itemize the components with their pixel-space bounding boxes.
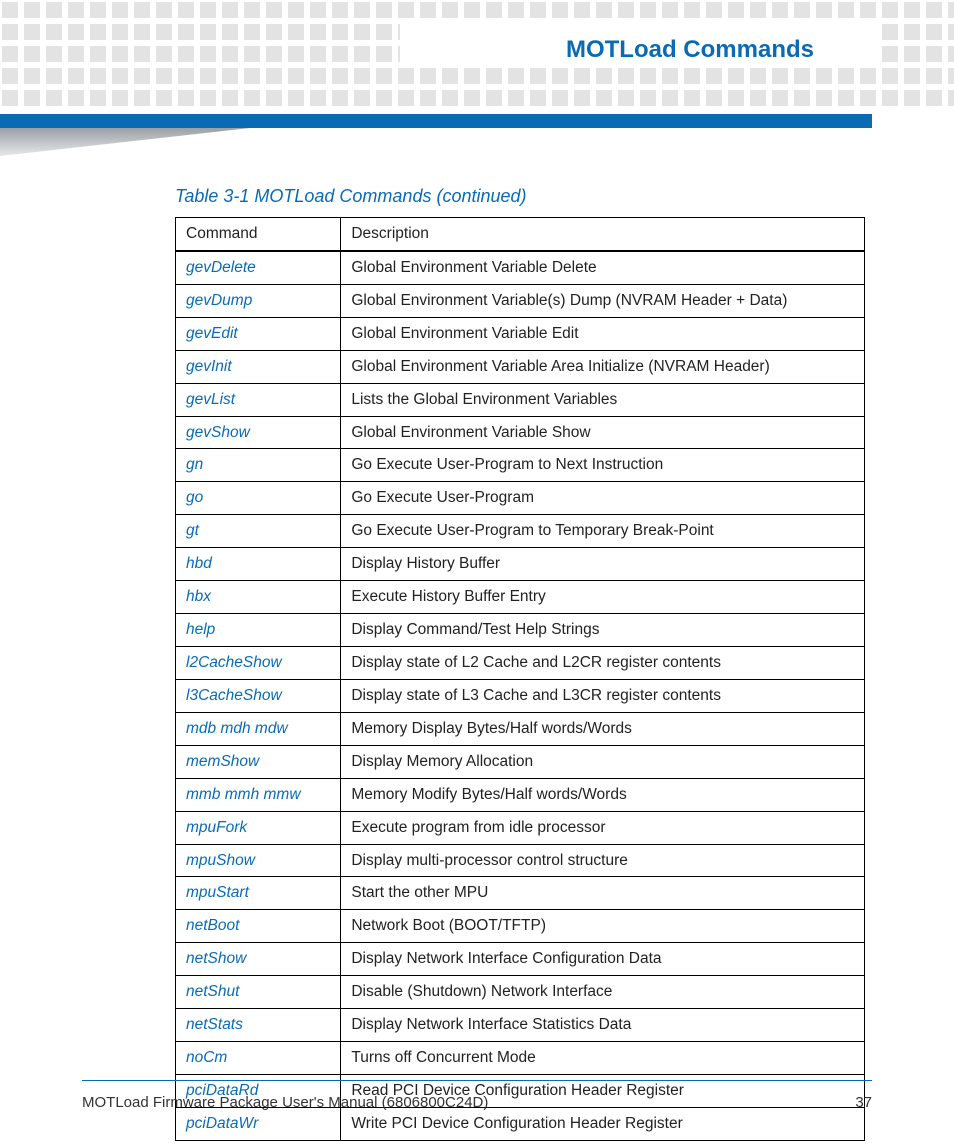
header-gray-wedge xyxy=(0,128,250,156)
table-row: hbxExecute History Buffer Entry xyxy=(176,581,865,614)
command-cell: gevEdit xyxy=(176,317,341,350)
description-cell: Go Execute User-Program xyxy=(341,482,865,515)
table-row: netShutDisable (Shutdown) Network Interf… xyxy=(176,976,865,1009)
description-cell: Display History Buffer xyxy=(341,548,865,581)
col-header-command: Command xyxy=(176,218,341,251)
command-cell: gevList xyxy=(176,383,341,416)
command-cell: memShow xyxy=(176,745,341,778)
col-header-description: Description xyxy=(341,218,865,251)
command-cell: netShow xyxy=(176,943,341,976)
description-cell: Memory Display Bytes/Half words/Words xyxy=(341,712,865,745)
page-footer: MOTLoad Firmware Package User's Manual (… xyxy=(82,1094,872,1111)
description-cell: Network Boot (BOOT/TFTP) xyxy=(341,910,865,943)
description-cell: Display state of L3 Cache and L3CR regis… xyxy=(341,679,865,712)
command-cell: mmb mmh mmw xyxy=(176,778,341,811)
description-cell: Display state of L2 Cache and L2CR regis… xyxy=(341,646,865,679)
table-row: gevListLists the Global Environment Vari… xyxy=(176,383,865,416)
command-cell: netStats xyxy=(176,1009,341,1042)
command-cell: l3CacheShow xyxy=(176,679,341,712)
table-row: mpuForkExecute program from idle process… xyxy=(176,811,865,844)
footer-manual-title: MOTLoad Firmware Package User's Manual (… xyxy=(82,1094,488,1111)
table-row: hbdDisplay History Buffer xyxy=(176,548,865,581)
description-cell: Execute program from idle processor xyxy=(341,811,865,844)
description-cell: Display Network Interface Configuration … xyxy=(341,943,865,976)
commands-table: Command Description gevDeleteGlobal Envi… xyxy=(175,217,865,1141)
table-row: gevDeleteGlobal Environment Variable Del… xyxy=(176,251,865,284)
command-cell: gevDelete xyxy=(176,251,341,284)
description-cell: Global Environment Variable(s) Dump (NVR… xyxy=(341,284,865,317)
footer-rule xyxy=(82,1080,872,1081)
table-row: gevEditGlobal Environment Variable Edit xyxy=(176,317,865,350)
command-cell: hbx xyxy=(176,581,341,614)
table-row: helpDisplay Command/Test Help Strings xyxy=(176,614,865,647)
description-cell: Execute History Buffer Entry xyxy=(341,581,865,614)
description-cell: Global Environment Variable Show xyxy=(341,416,865,449)
description-cell: Global Environment Variable Delete xyxy=(341,251,865,284)
command-cell: mdb mdh mdw xyxy=(176,712,341,745)
table-row: memShowDisplay Memory Allocation xyxy=(176,745,865,778)
description-cell: Disable (Shutdown) Network Interface xyxy=(341,976,865,1009)
description-cell: Display multi-processor control structur… xyxy=(341,844,865,877)
table-row: gevShowGlobal Environment Variable Show xyxy=(176,416,865,449)
table-row: mpuStartStart the other MPU xyxy=(176,877,865,910)
description-cell: Write PCI Device Configuration Header Re… xyxy=(341,1107,865,1140)
description-cell: Global Environment Variable Edit xyxy=(341,317,865,350)
command-cell: mpuShow xyxy=(176,844,341,877)
table-row: mdb mdh mdwMemory Display Bytes/Half wor… xyxy=(176,712,865,745)
table-row: netShowDisplay Network Interface Configu… xyxy=(176,943,865,976)
command-cell: noCm xyxy=(176,1042,341,1075)
command-cell: hbd xyxy=(176,548,341,581)
description-cell: Display Network Interface Statistics Dat… xyxy=(341,1009,865,1042)
command-cell: l2CacheShow xyxy=(176,646,341,679)
description-cell: Go Execute User-Program to Next Instruct… xyxy=(341,449,865,482)
table-row: gtGo Execute User-Program to Temporary B… xyxy=(176,515,865,548)
table-row: mmb mmh mmwMemory Modify Bytes/Half word… xyxy=(176,778,865,811)
command-cell: gevDump xyxy=(176,284,341,317)
table-row: netBootNetwork Boot (BOOT/TFTP) xyxy=(176,910,865,943)
command-cell: netShut xyxy=(176,976,341,1009)
command-cell: gevShow xyxy=(176,416,341,449)
description-cell: Display Command/Test Help Strings xyxy=(341,614,865,647)
table-row: gevInitGlobal Environment Variable Area … xyxy=(176,350,865,383)
description-cell: Turns off Concurrent Mode xyxy=(341,1042,865,1075)
description-cell: Display Memory Allocation xyxy=(341,745,865,778)
command-cell: go xyxy=(176,482,341,515)
table-row: gevDumpGlobal Environment Variable(s) Du… xyxy=(176,284,865,317)
command-cell: mpuFork xyxy=(176,811,341,844)
command-cell: mpuStart xyxy=(176,877,341,910)
description-cell: Memory Modify Bytes/Half words/Words xyxy=(341,778,865,811)
command-cell: gn xyxy=(176,449,341,482)
table-row: noCmTurns off Concurrent Mode xyxy=(176,1042,865,1075)
page-title: MOTLoad Commands xyxy=(566,36,814,64)
command-cell: gevInit xyxy=(176,350,341,383)
command-cell: gt xyxy=(176,515,341,548)
command-cell: help xyxy=(176,614,341,647)
main-content: Table 3-1 MOTLoad Commands (continued) C… xyxy=(175,186,865,1141)
command-cell: pciDataWr xyxy=(176,1107,341,1140)
table-row: mpuShowDisplay multi-processor control s… xyxy=(176,844,865,877)
table-row: goGo Execute User-Program xyxy=(176,482,865,515)
table-caption: Table 3-1 MOTLoad Commands (continued) xyxy=(175,186,865,207)
table-row: l3CacheShowDisplay state of L3 Cache and… xyxy=(176,679,865,712)
table-row: l2CacheShowDisplay state of L2 Cache and… xyxy=(176,646,865,679)
description-cell: Start the other MPU xyxy=(341,877,865,910)
table-row: netStatsDisplay Network Interface Statis… xyxy=(176,1009,865,1042)
footer-page-number: 37 xyxy=(855,1094,872,1111)
table-row: pciDataWrWrite PCI Device Configuration … xyxy=(176,1107,865,1140)
description-cell: Global Environment Variable Area Initial… xyxy=(341,350,865,383)
table-header-row: Command Description xyxy=(176,218,865,251)
table-row: gnGo Execute User-Program to Next Instru… xyxy=(176,449,865,482)
command-cell: netBoot xyxy=(176,910,341,943)
description-cell: Lists the Global Environment Variables xyxy=(341,383,865,416)
header-blue-bar xyxy=(0,114,872,128)
description-cell: Go Execute User-Program to Temporary Bre… xyxy=(341,515,865,548)
